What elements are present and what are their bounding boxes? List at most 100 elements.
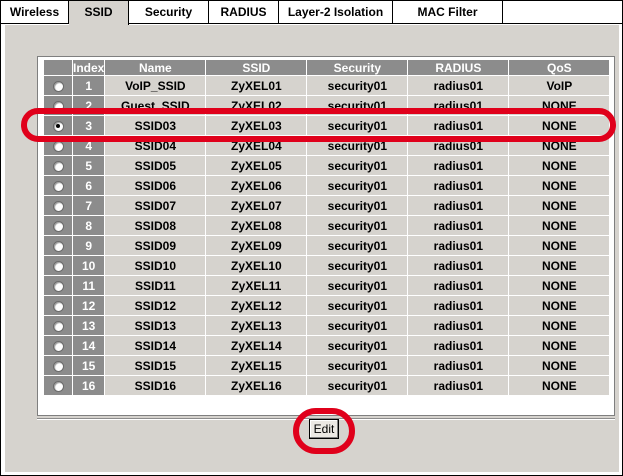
- table-row: 13 SSID13 ZyXEL13 security01 radius01 NONE: [44, 316, 610, 335]
- cell-security: security01: [307, 336, 408, 355]
- row-select-radio[interactable]: [52, 280, 64, 292]
- cell-index: 9: [73, 236, 105, 255]
- cell-index: 16: [73, 376, 105, 395]
- cell-qos: NONE: [509, 296, 610, 315]
- cell-qos: NONE: [509, 136, 610, 155]
- tab-ssid[interactable]: SSID: [69, 1, 129, 25]
- cell-qos: NONE: [509, 256, 610, 275]
- row-select-radio[interactable]: [52, 320, 64, 332]
- row-select-radio[interactable]: [52, 340, 64, 352]
- ssid-config-window: Wireless SSID Security RADIUS Layer-2 Is…: [0, 0, 623, 476]
- row-select-radio[interactable]: [52, 160, 64, 172]
- cell-radius: radius01: [408, 196, 509, 215]
- cell-name: SSID08: [105, 216, 206, 235]
- ssid-panel: Index Name SSID Security RADIUS QoS 1 VoI…: [5, 25, 619, 472]
- row-select-radio[interactable]: [52, 100, 64, 112]
- cell-name: SSID15: [105, 356, 206, 375]
- table-row: 2 Guest_SSID ZyXEL02 security01 radius01 NONE: [44, 96, 610, 115]
- cell-ssid: ZyXEL08: [206, 216, 307, 235]
- cell-index: 2: [73, 96, 105, 115]
- cell-ssid: ZyXEL15: [206, 356, 307, 375]
- tab-bar-filler: [503, 1, 622, 24]
- row-select-radio[interactable]: [52, 360, 64, 372]
- cell-qos: NONE: [509, 336, 610, 355]
- cell-index: 5: [73, 156, 105, 175]
- header-ssid: SSID: [206, 60, 307, 75]
- cell-radius: radius01: [408, 236, 509, 255]
- row-select-radio[interactable]: [52, 240, 64, 252]
- row-select-cell: [44, 316, 72, 335]
- row-select-radio[interactable]: [52, 200, 64, 212]
- cell-name: SSID11: [105, 276, 206, 295]
- row-select-radio[interactable]: [52, 120, 64, 132]
- cell-ssid: ZyXEL10: [206, 256, 307, 275]
- cell-ssid: ZyXEL02: [206, 96, 307, 115]
- cell-security: security01: [307, 296, 408, 315]
- cell-index: 10: [73, 256, 105, 275]
- cell-name: SSID13: [105, 316, 206, 335]
- row-select-radio[interactable]: [52, 260, 64, 272]
- header-security: Security: [307, 60, 408, 75]
- cell-index: 6: [73, 176, 105, 195]
- cell-radius: radius01: [408, 176, 509, 195]
- header-select: [44, 60, 72, 75]
- tab-bar: Wireless SSID Security RADIUS Layer-2 Is…: [1, 1, 622, 25]
- row-select-radio[interactable]: [52, 220, 64, 232]
- cell-radius: radius01: [408, 256, 509, 275]
- cell-security: security01: [307, 276, 408, 295]
- header-radius: RADIUS: [408, 60, 509, 75]
- cell-index: 7: [73, 196, 105, 215]
- tab-wireless[interactable]: Wireless: [1, 1, 69, 24]
- cell-radius: radius01: [408, 216, 509, 235]
- cell-ssid: ZyXEL04: [206, 136, 307, 155]
- cell-ssid: ZyXEL13: [206, 316, 307, 335]
- table-row: 4 SSID04 ZyXEL04 security01 radius01 NONE: [44, 136, 610, 155]
- row-select-cell: [44, 216, 72, 235]
- cell-name: SSID05: [105, 156, 206, 175]
- cell-radius: radius01: [408, 156, 509, 175]
- cell-security: security01: [307, 176, 408, 195]
- row-select-radio[interactable]: [52, 180, 64, 192]
- row-select-cell: [44, 256, 72, 275]
- cell-qos: NONE: [509, 376, 610, 395]
- cell-qos: NONE: [509, 176, 610, 195]
- cell-ssid: ZyXEL05: [206, 156, 307, 175]
- ssid-table: Index Name SSID Security RADIUS QoS 1 VoI…: [43, 59, 611, 396]
- cell-name: SSID04: [105, 136, 206, 155]
- header-name: Name: [105, 60, 206, 75]
- cell-name: VoIP_SSID: [105, 76, 206, 95]
- edit-button[interactable]: Edit: [309, 419, 339, 439]
- cell-index: 4: [73, 136, 105, 155]
- table-row: 14 SSID14 ZyXEL14 security01 radius01 NONE: [44, 336, 610, 355]
- cell-security: security01: [307, 356, 408, 375]
- cell-name: Guest_SSID: [105, 96, 206, 115]
- row-select-radio[interactable]: [52, 80, 64, 92]
- cell-radius: radius01: [408, 136, 509, 155]
- tab-radius[interactable]: RADIUS: [209, 1, 279, 24]
- tab-mac-filter[interactable]: MAC Filter: [393, 1, 503, 24]
- row-select-cell: [44, 236, 72, 255]
- cell-index: 3: [73, 116, 105, 135]
- cell-index: 13: [73, 316, 105, 335]
- cell-qos: NONE: [509, 316, 610, 335]
- cell-radius: radius01: [408, 116, 509, 135]
- header-index: Index: [73, 60, 105, 75]
- tab-layer2-isolation[interactable]: Layer-2 Isolation: [279, 1, 393, 24]
- cell-index: 12: [73, 296, 105, 315]
- cell-radius: radius01: [408, 336, 509, 355]
- cell-ssid: ZyXEL11: [206, 276, 307, 295]
- table-row: 5 SSID05 ZyXEL05 security01 radius01 NONE: [44, 156, 610, 175]
- cell-ssid: ZyXEL12: [206, 296, 307, 315]
- cell-ssid: ZyXEL16: [206, 376, 307, 395]
- cell-ssid: ZyXEL07: [206, 196, 307, 215]
- cell-qos: VoIP: [509, 76, 610, 95]
- tab-security[interactable]: Security: [129, 1, 209, 24]
- cell-name: SSID09: [105, 236, 206, 255]
- row-select-radio[interactable]: [52, 140, 64, 152]
- row-select-radio[interactable]: [52, 380, 64, 392]
- cell-radius: radius01: [408, 96, 509, 115]
- cell-ssid: ZyXEL03: [206, 116, 307, 135]
- row-select-radio[interactable]: [52, 300, 64, 312]
- table-row: 16 SSID16 ZyXEL16 security01 radius01 NONE: [44, 376, 610, 395]
- cell-name: SSID06: [105, 176, 206, 195]
